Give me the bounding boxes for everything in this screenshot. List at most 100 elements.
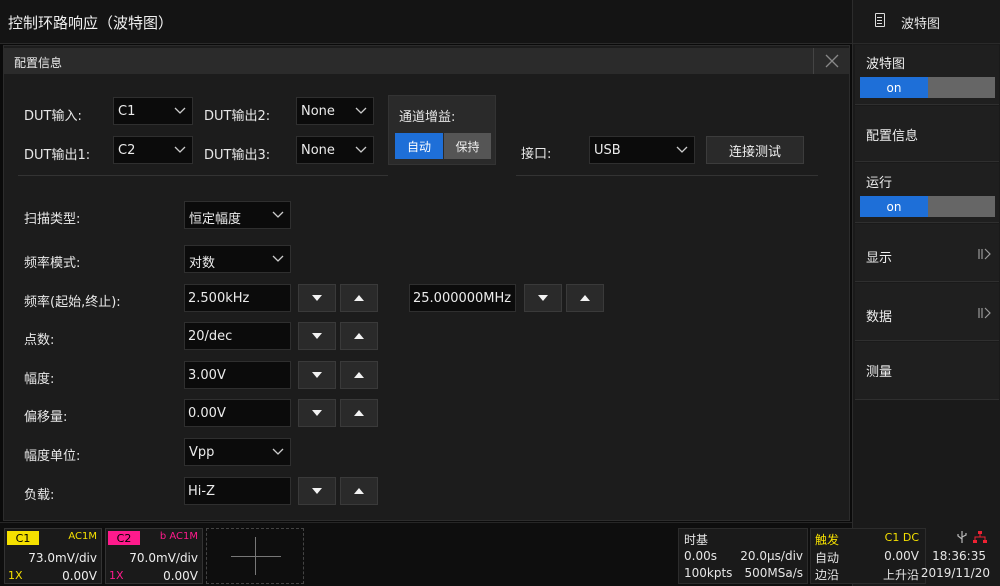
dut-output2-label: DUT输出2: — [204, 109, 271, 124]
amplitude-up-button[interactable] — [340, 361, 378, 389]
dut-input-select[interactable]: C1 — [113, 97, 193, 125]
timebase-info[interactable]: 时基 0.00s 20.0μs/div 100kpts 500MSa/s — [678, 528, 808, 584]
connect-test-button[interactable]: 连接测试 — [706, 136, 804, 164]
timebase-tdiv: 20.0μs/div — [740, 549, 803, 563]
freq-stop-up-button[interactable] — [566, 284, 604, 312]
bode-toggle[interactable]: on — [860, 77, 995, 98]
menu-item-data-label: 数据 — [866, 310, 893, 325]
freq-stop-down-button[interactable] — [524, 284, 562, 312]
run-toggle-on: on — [860, 196, 928, 217]
points-input[interactable]: 20/dec — [184, 322, 291, 350]
load-down-button[interactable] — [298, 477, 336, 505]
channel1-info[interactable]: C1 AC1M 73.0mV/div 1X 0.00V — [4, 528, 102, 584]
menu-item-run[interactable]: 运行 on — [855, 163, 999, 223]
trigger-source: C1 DC — [884, 531, 919, 544]
window-title: 控制环路响应（波特图） — [8, 14, 174, 32]
dut-input-label: DUT输入: — [24, 109, 82, 124]
title-bar: 控制环路响应（波特图） — [0, 0, 852, 44]
menu-item-measure[interactable]: 测量 — [855, 342, 999, 400]
freq-label: 频率(起始,终止): — [24, 295, 121, 310]
bode-toggle-on: on — [860, 77, 928, 98]
triangle-down-icon — [538, 295, 548, 301]
chevron-down-icon — [272, 255, 284, 262]
channel1-vdiv: 73.0mV/div — [28, 551, 97, 565]
plus-icon — [255, 537, 256, 575]
triangle-up-icon — [354, 488, 364, 494]
trigger-level: 0.00V — [884, 549, 919, 563]
submenu-arrow-icon — [978, 248, 991, 260]
channel2-offset: 0.00V — [163, 569, 198, 583]
triangle-up-icon — [580, 295, 590, 301]
menu-item-display[interactable]: 显示 — [855, 224, 999, 282]
triangle-up-icon — [354, 333, 364, 339]
interface-label: 接口: — [521, 147, 552, 162]
triangle-down-icon — [312, 410, 322, 416]
load-up-button[interactable] — [340, 477, 378, 505]
freq-start-input[interactable]: 2.500kHz — [184, 284, 291, 312]
menu-item-measure-label: 测量 — [866, 365, 893, 380]
gain-auto-button[interactable]: 自动 — [395, 133, 443, 159]
menu-item-data[interactable]: 数据 — [855, 283, 999, 341]
add-channel-slot[interactable] — [206, 528, 304, 584]
gain-hold-button[interactable]: 保持 — [444, 133, 491, 159]
channel2-info[interactable]: C2 b AC1M 70.0mV/div 1X 0.00V — [105, 528, 203, 584]
freq-stop-input[interactable]: 25.000000MHz — [409, 284, 516, 312]
dut-input-value: C1 — [118, 104, 136, 119]
chevron-down-icon — [676, 146, 688, 153]
triangle-down-icon — [312, 488, 322, 494]
clock-date: 2019/11/20 — [920, 566, 990, 580]
amp-unit-label: 幅度单位: — [24, 449, 81, 464]
offset-up-button[interactable] — [340, 399, 378, 427]
dut-output2-select[interactable]: None — [296, 97, 374, 125]
points-up-button[interactable] — [340, 322, 378, 350]
chevron-down-icon — [174, 107, 186, 114]
freq-start-down-button[interactable] — [298, 284, 336, 312]
clock: 18:36:35 2019/11/20 — [921, 528, 998, 584]
channel1-probe: 1X — [8, 569, 23, 582]
dut-output1-label: DUT输出1: — [24, 148, 91, 163]
triangle-up-icon — [354, 372, 364, 378]
channel2-probe: 1X — [109, 569, 124, 582]
plus-icon — [231, 556, 281, 557]
interface-value: USB — [594, 143, 621, 158]
menu-item-config[interactable]: 配置信息 — [855, 106, 999, 162]
close-button[interactable] — [813, 48, 849, 74]
triangle-up-icon — [354, 295, 364, 301]
triangle-down-icon — [312, 372, 322, 378]
points-down-button[interactable] — [298, 322, 336, 350]
interface-select[interactable]: USB — [589, 136, 695, 164]
document-icon — [875, 13, 885, 27]
freq-start-up-button[interactable] — [340, 284, 378, 312]
menu-item-bode[interactable]: 波特图 on — [855, 45, 999, 105]
panel-header: 配置信息 — [4, 48, 849, 74]
offset-down-button[interactable] — [298, 399, 336, 427]
timebase-memory: 100kpts — [684, 566, 733, 580]
amp-unit-select[interactable]: Vpp — [184, 438, 291, 466]
channel2-tag: C2 — [108, 531, 140, 545]
amplitude-input[interactable]: 3.00V — [184, 361, 291, 389]
freq-mode-select[interactable]: 对数 — [184, 245, 291, 273]
load-label: 负载: — [24, 488, 55, 503]
amplitude-down-button[interactable] — [298, 361, 336, 389]
dut-output1-select[interactable]: C2 — [113, 136, 193, 164]
chevron-down-icon — [272, 448, 284, 455]
sweep-type-select[interactable]: 恒定幅度 — [184, 201, 291, 229]
offset-input[interactable]: 0.00V — [184, 399, 291, 427]
amp-unit-value: Vpp — [189, 445, 215, 460]
menu-item-bode-label: 波特图 — [866, 57, 906, 72]
channel1-coupling: AC1M — [68, 531, 97, 542]
load-input[interactable]: Hi-Z — [184, 477, 291, 505]
menu-item-config-label: 配置信息 — [866, 129, 919, 144]
menu-item-run-label: 运行 — [866, 176, 893, 191]
trigger-info[interactable]: 触发 C1 DC 自动 0.00V 边沿 上升沿 — [810, 528, 926, 584]
dut-output3-select[interactable]: None — [296, 136, 374, 164]
run-toggle[interactable]: on — [860, 196, 995, 217]
dut-output1-value: C2 — [118, 143, 136, 158]
chevron-down-icon — [355, 107, 367, 114]
offset-label: 偏移量: — [24, 410, 68, 425]
channel1-tag: C1 — [7, 531, 39, 545]
triangle-down-icon — [312, 295, 322, 301]
trigger-mode: 自动 — [815, 551, 840, 565]
usb-icon — [957, 531, 967, 543]
channel2-vdiv: 70.0mV/div — [129, 551, 198, 565]
